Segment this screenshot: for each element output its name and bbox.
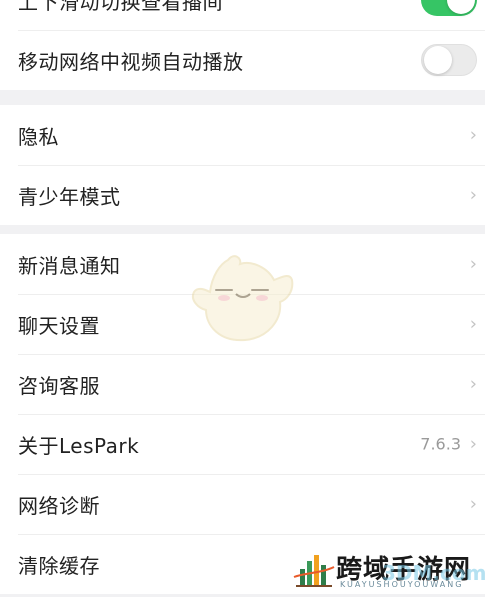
- slide-switch-toggle[interactable]: [421, 0, 477, 16]
- privacy-row[interactable]: 隐私 ›: [0, 105, 485, 165]
- toggle-knob: [424, 46, 452, 74]
- chevron-right-icon: ›: [469, 253, 477, 275]
- notifications-label: 新消息通知: [18, 253, 121, 278]
- teen-mode-row[interactable]: 青少年模式 ›: [0, 165, 485, 225]
- about-row[interactable]: 关于LesPark 7.6.3 ›: [0, 414, 485, 474]
- mobile-autoplay-label: 移动网络中视频自动播放: [18, 49, 244, 74]
- site-watermark: 跨域手游网 3DM.com KUAYUSHOUYOUWANG: [292, 543, 485, 595]
- chat-settings-label: 聊天设置: [18, 313, 100, 338]
- chevron-right-icon: ›: [469, 184, 477, 206]
- clear-cache-label: 清除缓存: [18, 553, 100, 578]
- teen-mode-label: 青少年模式: [18, 184, 121, 209]
- toggle-knob: [447, 0, 475, 14]
- playback-settings-group: 上下滑动切换查看播间 移动网络中视频自动播放: [0, 0, 485, 90]
- customer-service-row[interactable]: 咨询客服 ›: [0, 354, 485, 414]
- mascot-watermark-icon: [192, 255, 294, 342]
- chevron-right-icon: ›: [469, 373, 477, 395]
- chevron-right-icon: ›: [469, 313, 477, 335]
- settings-screen: 上下滑动切换查看播间 移动网络中视频自动播放 隐私 › 青少年模式 › 新消息通…: [0, 0, 485, 597]
- privacy-settings-group: 隐私 › 青少年模式 ›: [0, 105, 485, 225]
- mobile-autoplay-toggle[interactable]: [421, 44, 477, 76]
- version-value: 7.6.3: [420, 434, 461, 454]
- chevron-right-icon: ›: [469, 433, 477, 455]
- chevron-right-icon: ›: [469, 493, 477, 515]
- network-diagnosis-label: 网络诊断: [18, 493, 100, 518]
- slide-switch-label: 上下滑动切换查看播间: [18, 0, 223, 14]
- about-label: 关于LesPark: [18, 433, 140, 458]
- mobile-autoplay-row[interactable]: 移动网络中视频自动播放: [0, 30, 485, 90]
- customer-service-label: 咨询客服: [18, 373, 100, 398]
- network-diagnosis-row[interactable]: 网络诊断 ›: [0, 474, 485, 534]
- chevron-right-icon: ›: [469, 124, 477, 146]
- slide-switch-row[interactable]: 上下滑动切换查看播间: [0, 0, 485, 30]
- privacy-label: 隐私: [18, 124, 59, 149]
- watermark-subtitle: KUAYUSHOUYOUWANG: [340, 580, 464, 589]
- city-logo-icon: [293, 555, 335, 587]
